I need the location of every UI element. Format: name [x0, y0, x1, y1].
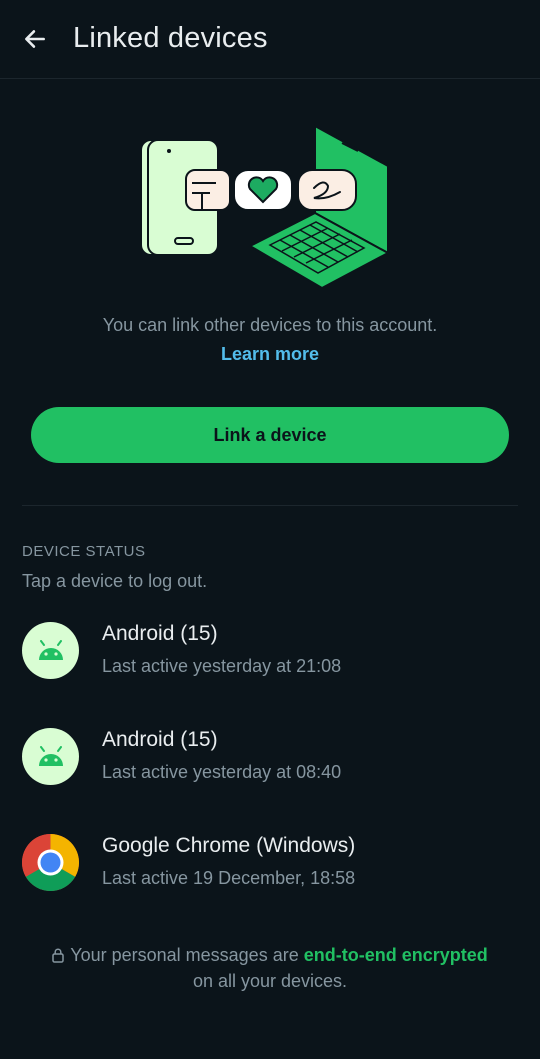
page-title: Linked devices: [73, 22, 268, 54]
device-last-active: Last active yesterday at 08:40: [102, 762, 342, 782]
device-row[interactable]: Android (15) Last active yesterday at 08…: [0, 714, 540, 800]
device-status-heading: DEVICE STATUS: [22, 543, 146, 560]
lock-icon: [52, 948, 64, 963]
encryption-link[interactable]: end-to-end encrypted: [304, 945, 488, 965]
device-name: Android (15): [102, 622, 218, 645]
app-bar: Linked devices: [0, 0, 540, 79]
linked-devices-illustration: [140, 124, 391, 290]
chrome-icon: [22, 834, 79, 891]
device-last-active: Last active yesterday at 21:08: [102, 656, 342, 676]
device-name: Google Chrome (Windows): [102, 834, 356, 857]
device-row[interactable]: Google Chrome (Windows) Last active 19 D…: [0, 820, 540, 906]
device-status-subheading: Tap a device to log out.: [22, 571, 208, 591]
link-device-label: Link a device: [213, 424, 327, 445]
encryption-suffix: on all your devices.: [192, 971, 348, 991]
back-button[interactable]: [18, 22, 52, 56]
device-name: Android (15): [102, 728, 218, 751]
divider: [22, 505, 518, 506]
intro-text: You can link other devices to this accou…: [102, 315, 438, 335]
arrow-left-icon: [25, 30, 45, 48]
link-device-button[interactable]: Link a device: [31, 407, 509, 463]
android-icon: [22, 728, 79, 785]
encryption-notice: Your personal messages are end-to-end en…: [0, 942, 540, 994]
encryption-prefix: Your personal messages are: [70, 945, 299, 965]
device-row[interactable]: Android (15) Last active yesterday at 21…: [0, 608, 540, 694]
android-icon: [22, 622, 79, 679]
device-last-active: Last active 19 December, 18:58: [102, 868, 356, 888]
learn-more-link[interactable]: Learn more: [221, 344, 319, 364]
learn-more-link-row: Learn more: [0, 344, 540, 365]
